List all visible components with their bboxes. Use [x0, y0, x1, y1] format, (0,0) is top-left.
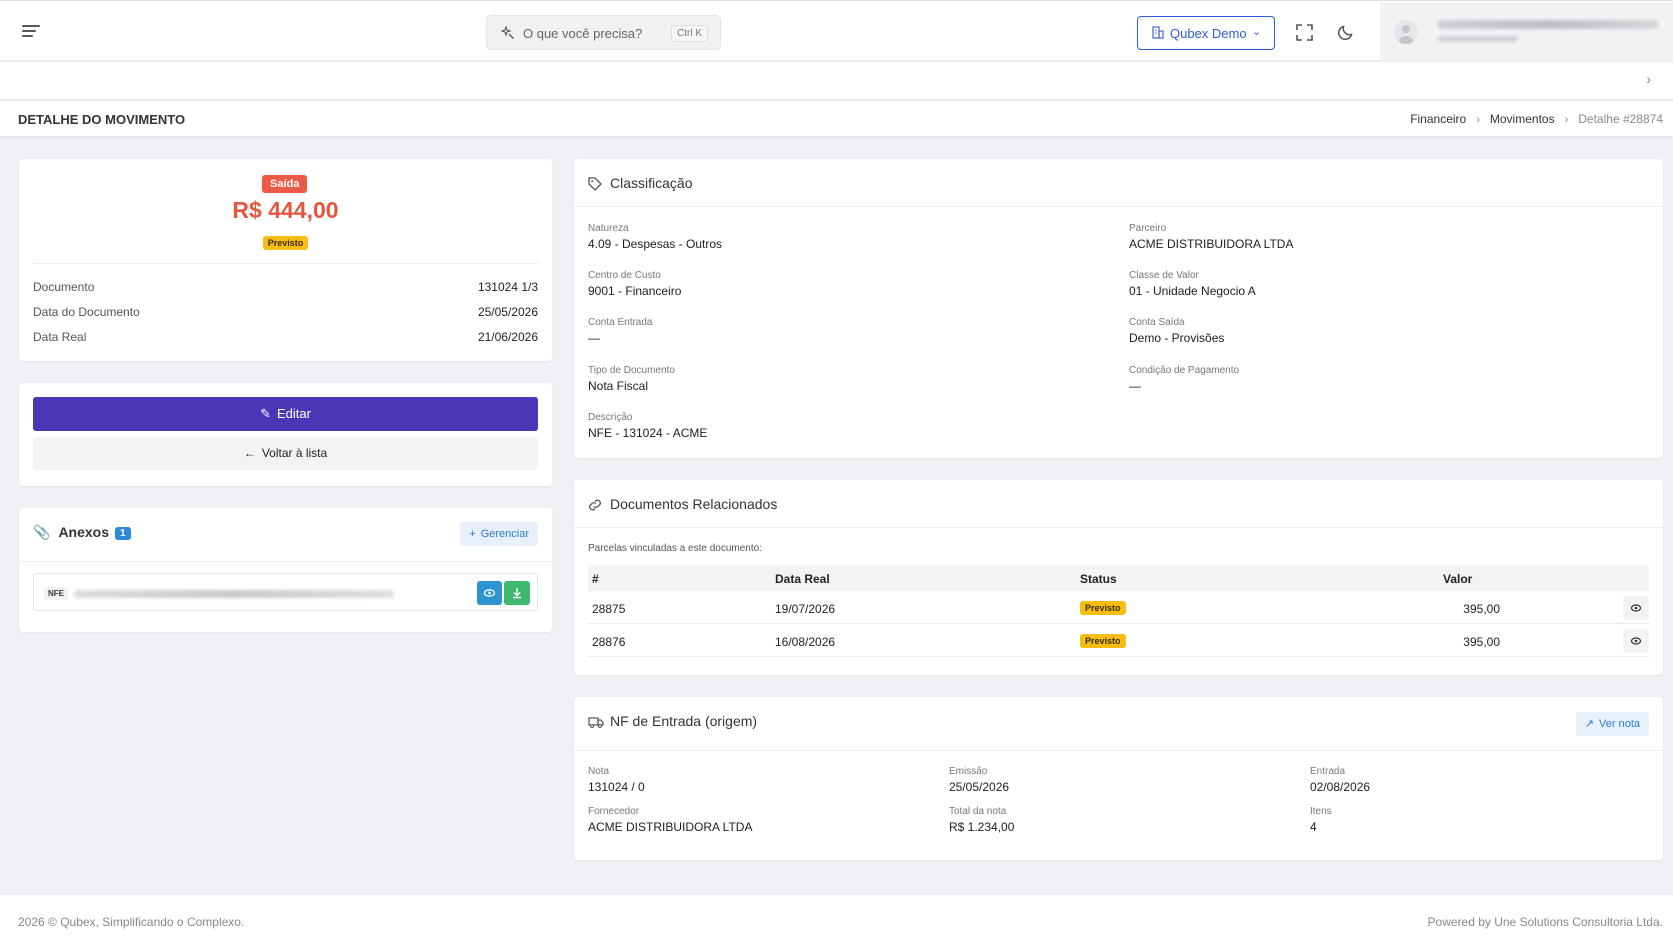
nf-title: NF de Entrada (origem): [610, 713, 758, 729]
field-condicao-pagamento: Condição de Pagamento —: [1129, 365, 1240, 393]
attachment-type-tag: NFE: [44, 587, 68, 600]
user-menu[interactable]: [1380, 2, 1673, 61]
back-to-list-button[interactable]: ← Voltar à lista: [33, 437, 538, 470]
user-icon: [1399, 25, 1413, 44]
search-shortcut: Ctrl K: [671, 25, 708, 42]
footer-copyright: 2026 © Qubex, Simplificando o Complexo.: [18, 915, 245, 929]
divider: [574, 527, 1663, 528]
company-selector[interactable]: Qubex Demo ⌄: [1137, 16, 1275, 50]
moon-icon[interactable]: [1337, 23, 1355, 41]
top-bar: O que você precisa? Ctrl K Qubex Demo ⌄: [0, 0, 1673, 61]
nf-field-emissao: Emissão 25/05/2026: [949, 766, 1010, 794]
eye-icon: [483, 589, 496, 597]
page-header: DETALHE DO MOVIMENTO Financeiro › Moviment…: [0, 101, 1673, 137]
attachments-count: 1: [115, 527, 131, 540]
classification-title: Classificação: [610, 175, 693, 191]
field-tipo-documento: Tipo de Documento Nota Fiscal: [588, 365, 675, 393]
attachment-filename-redacted: [74, 590, 394, 598]
link-icon: [589, 499, 601, 511]
menu-icon[interactable]: [22, 25, 40, 39]
breadcrumb-current: Detalhe #28874: [1578, 112, 1663, 126]
fullscreen-icon[interactable]: [1296, 24, 1313, 41]
breadcrumb-separator-icon: ›: [1564, 114, 1569, 126]
plus-icon: +: [469, 528, 476, 540]
status-wrap: Previsto: [19, 235, 552, 250]
status-badge: Previsto: [262, 236, 309, 250]
footer: 2026 © Qubex, Simplificando o Complexo. …: [0, 895, 1673, 938]
field-centro-custo: Centro de Custo 9001 - Financeiro: [588, 270, 682, 298]
divider: [574, 206, 1663, 207]
related-subtitle: Parcelas vinculadas a este documento:: [588, 543, 762, 554]
related-table: # Data Real Status Valor 28875 19/07/202…: [588, 565, 1649, 657]
sub-bar: ›: [0, 62, 1673, 100]
company-label: Qubex Demo: [1170, 26, 1247, 41]
summary-row-data-real: Data Real 21/06/2026: [33, 330, 538, 344]
breadcrumb: Financeiro › Movimentos › Detalhe #28874: [1410, 112, 1663, 126]
chevron-down-icon: ⌄: [1252, 26, 1262, 38]
field-parceiro: Parceiro ACME DISTRIBUIDORA LTDA: [1129, 223, 1294, 251]
divider: [33, 263, 538, 264]
paperclip-icon: 📎: [33, 524, 51, 540]
tag-icon: [588, 177, 602, 191]
page-title: DETALHE DO MOVIMENTO: [18, 112, 186, 127]
view-parcel-button[interactable]: [1623, 596, 1649, 620]
search-placeholder: O que você precisa?: [523, 26, 643, 41]
field-natureza: Natureza 4.09 - Despesas - Outros: [588, 223, 723, 251]
breadcrumb-separator-icon: ›: [1476, 114, 1480, 126]
field-descricao: Descrição NFE - 131024 - ACME: [588, 412, 708, 440]
summary-card: Saída R$ 444,00 Previsto Documento 131024…: [19, 159, 552, 361]
download-attachment-button[interactable]: [504, 581, 530, 605]
amount-value: R$ 444,00: [232, 197, 339, 223]
download-icon: [513, 588, 521, 599]
arrow-left-icon: ←: [243, 446, 256, 460]
footer-powered-by[interactable]: Powered by Une Solutions Consultoria Ltd…: [1428, 915, 1663, 929]
divider: [19, 561, 552, 562]
actions-card: ✎ Editar ← Voltar à lista: [19, 383, 552, 486]
nf-field-entrada: Entrada 02/08/2026: [1310, 766, 1371, 794]
user-name-redacted: [1438, 20, 1658, 29]
building-icon: [1152, 26, 1164, 39]
sparkle-search-icon: [501, 26, 514, 39]
pencil-icon: ✎: [260, 406, 271, 421]
user-role-redacted: [1438, 36, 1518, 42]
table-header: # Data Real Status Valor: [588, 565, 1649, 591]
summary-row-data-documento: Data do Documento 25/05/2026: [33, 305, 538, 319]
attachments-card: 📎 Anexos 1 + Gerenciar NFE: [19, 508, 552, 632]
related-documents-card: Documentos Relacionados Parcelas vincula…: [574, 480, 1663, 675]
search-box[interactable]: O que você precisa? Ctrl K: [486, 15, 721, 50]
type-badge: Saída: [262, 175, 308, 193]
nf-field-itens: Itens 4: [1310, 806, 1332, 834]
nf-entrada-card: NF de Entrada (origem) ↗ Ver nota Nota 131…: [574, 697, 1663, 860]
breadcrumb-financeiro[interactable]: Financeiro: [1410, 112, 1466, 126]
attachments-title: 📎 Anexos 1: [33, 524, 131, 541]
truck-icon: [588, 717, 604, 729]
nf-field-total: Total da nota R$ 1.234,00: [949, 806, 1015, 834]
view-attachment-button[interactable]: [477, 581, 502, 605]
field-classe-valor: Classe de Valor 01 - Unidade Negocio A: [1129, 270, 1256, 298]
divider: [574, 750, 1663, 751]
field-conta-entrada: Conta Entrada —: [588, 317, 653, 345]
eye-icon: [1630, 637, 1642, 645]
edit-button[interactable]: ✎ Editar: [33, 397, 538, 431]
nf-field-nota: Nota 131024 / 0: [588, 766, 645, 794]
view-nota-button[interactable]: ↗ Ver nota: [1575, 712, 1649, 736]
avatar: [1394, 20, 1418, 44]
breadcrumb-movimentos[interactable]: Movimentos: [1490, 112, 1555, 126]
related-documents-title: Documentos Relacionados: [610, 496, 778, 512]
table-row: 28875 19/07/2026 Previsto 395,00: [588, 591, 1649, 624]
view-parcel-button[interactable]: [1623, 629, 1649, 653]
nf-field-fornecedor: Fornecedor ACME DISTRIBUIDORA LTDA: [588, 806, 753, 834]
manage-attachments-button[interactable]: + Gerenciar: [460, 522, 538, 546]
summary-row-documento: Documento 131024 1/3: [33, 280, 538, 294]
status-badge: Previsto: [1080, 634, 1126, 648]
field-conta-saida: Conta Saída Demo - Provisões: [1129, 317, 1225, 345]
attachment-item: NFE: [33, 573, 538, 611]
eye-icon: [1630, 604, 1642, 612]
chevron-right-icon[interactable]: ›: [1646, 71, 1651, 87]
table-row: 28876 16/08/2026 Previsto 395,00: [588, 624, 1649, 657]
external-link-icon: ↗: [1584, 718, 1595, 730]
classification-card: Classificação Natureza 4.09 - Despesas - …: [574, 159, 1663, 458]
status-badge: Previsto: [1080, 601, 1126, 615]
